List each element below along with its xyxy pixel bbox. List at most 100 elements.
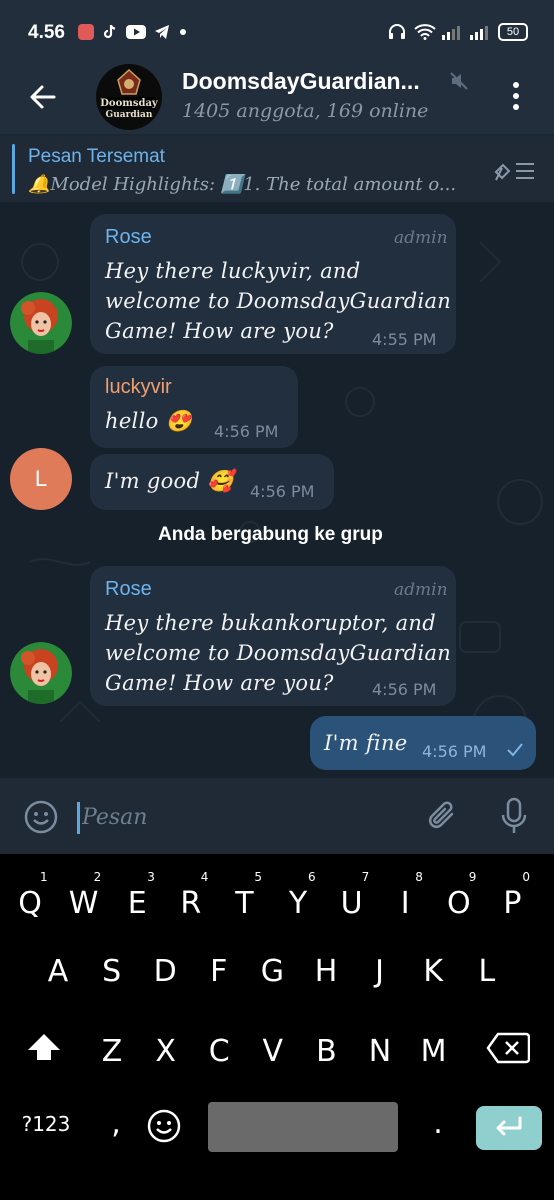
- group-logo-icon: Doomsday Guardian: [96, 64, 162, 130]
- message-text: I'm fine: [324, 731, 408, 755]
- key-l[interactable]: L: [467, 954, 507, 989]
- key-k[interactable]: K: [413, 954, 453, 989]
- outgoing-message-bubble[interactable]: I'm fine 4:56 PM: [310, 716, 536, 770]
- key-m[interactable]: M: [414, 1034, 454, 1069]
- key-u[interactable]: U: [332, 886, 372, 921]
- tiktok-icon: [102, 24, 118, 40]
- key-y[interactable]: Y: [278, 886, 318, 921]
- chat-header: Doomsday Guardian DoomsdayGuardian... 14…: [0, 62, 554, 134]
- symbols-key[interactable]: ?123: [16, 1112, 76, 1136]
- key-d[interactable]: D: [145, 954, 185, 989]
- pinned-title: Pesan Tersemat: [28, 146, 165, 167]
- headphones-icon: [388, 24, 406, 40]
- key-n[interactable]: N: [360, 1034, 400, 1069]
- text-cursor: [77, 802, 80, 834]
- chat-history[interactable]: Rose admin Hey there luckyvir, and welco…: [0, 202, 554, 778]
- message-time: 4:56 PM: [214, 422, 279, 441]
- admin-badge: admin: [394, 228, 448, 248]
- message-bubble[interactable]: I'm good 🥰 4:56 PM: [90, 454, 334, 510]
- comma-key[interactable]: ,: [96, 1106, 136, 1141]
- key-p[interactable]: P: [492, 886, 532, 921]
- message-composer: [0, 778, 554, 854]
- key-hint: 9: [468, 870, 477, 884]
- key-hint: 7: [361, 870, 370, 884]
- key-v[interactable]: V: [253, 1034, 293, 1069]
- key-g[interactable]: G: [252, 954, 292, 989]
- key-o[interactable]: O: [439, 886, 479, 921]
- key-q[interactable]: Q: [10, 886, 50, 921]
- message-text: hello 😍: [105, 409, 192, 433]
- key-hint: 5: [254, 870, 263, 884]
- pinned-list-icon[interactable]: [492, 158, 536, 184]
- pinned-indicator: [12, 144, 15, 194]
- key-b[interactable]: B: [306, 1034, 346, 1069]
- read-check-icon: [506, 742, 524, 762]
- sender-name[interactable]: Rose: [105, 578, 152, 601]
- signal-1-icon: [442, 24, 460, 40]
- status-time: 4.56: [28, 22, 65, 43]
- emoji-button[interactable]: [24, 800, 58, 834]
- key-hint: 2: [93, 870, 102, 884]
- enter-key[interactable]: [476, 1106, 542, 1150]
- battery-icon: 50: [498, 23, 528, 41]
- pinned-text: 🔔Model Highlights: 1️⃣1. The total amoun…: [28, 174, 457, 195]
- key-hint: 8: [415, 870, 423, 884]
- key-f[interactable]: F: [199, 954, 239, 989]
- key-t[interactable]: T: [224, 886, 264, 921]
- notification-dot-icon: [180, 29, 186, 35]
- attach-icon[interactable]: [424, 798, 460, 834]
- luckyvir-avatar[interactable]: L: [10, 448, 72, 510]
- on-screen-keyboard: Q 1 W 2 E 3 R 4 T 5 Y 6 U 7 I 8 O 9 P 0 ASDFGHJKL ZXCVBNM ?…: [0, 854, 554, 1200]
- key-hint: 6: [308, 870, 316, 884]
- svg-text:Guardian: Guardian: [106, 110, 153, 120]
- space-key[interactable]: [208, 1102, 398, 1152]
- message-time: 4:56 PM: [250, 482, 315, 501]
- group-title[interactable]: DoomsdayGuardian...: [182, 68, 452, 95]
- pinned-message-bar[interactable]: Pesan Tersemat 🔔Model Highlights: 1️⃣1. …: [0, 136, 554, 202]
- message-input[interactable]: [82, 798, 382, 836]
- microphone-icon[interactable]: [498, 796, 530, 836]
- more-menu-button[interactable]: [506, 78, 526, 114]
- rose-avatar[interactable]: [10, 642, 72, 704]
- key-w[interactable]: W: [64, 886, 104, 921]
- key-j[interactable]: J: [360, 954, 400, 989]
- key-r[interactable]: R: [171, 886, 211, 921]
- message-bubble[interactable]: luckyvir hello 😍 4:56 PM: [90, 366, 298, 448]
- message-bubble[interactable]: Rose admin Hey there bukankoruptor, and …: [90, 566, 456, 706]
- key-h[interactable]: H: [306, 954, 346, 989]
- emoji-key[interactable]: [144, 1108, 184, 1148]
- key-z[interactable]: Z: [92, 1034, 132, 1069]
- muted-icon: [448, 70, 470, 92]
- svg-text:Doomsday: Doomsday: [100, 98, 159, 109]
- wifi-icon: [414, 24, 436, 40]
- member-count: 1405 anggota, 169 online: [182, 100, 429, 122]
- admin-badge: admin: [394, 580, 448, 600]
- back-button[interactable]: [22, 76, 64, 118]
- system-message: Anda bergabung ke grup: [158, 524, 383, 545]
- key-c[interactable]: C: [199, 1034, 239, 1069]
- rose-avatar[interactable]: [10, 292, 72, 354]
- key-hint: 3: [147, 870, 155, 884]
- telegram-icon: [154, 24, 170, 40]
- key-hint: 4: [200, 870, 209, 884]
- key-i[interactable]: I: [385, 886, 425, 921]
- period-key[interactable]: .: [418, 1106, 458, 1141]
- message-time: 4:55 PM: [372, 330, 437, 349]
- backspace-key[interactable]: [486, 1032, 531, 1068]
- key-x[interactable]: X: [146, 1034, 186, 1069]
- signal-2-icon: [470, 24, 488, 40]
- message-text: I'm good 🥰: [105, 469, 234, 493]
- key-hint: 0: [522, 870, 531, 884]
- youtube-icon: [126, 24, 146, 40]
- key-s[interactable]: S: [92, 954, 132, 989]
- message-bubble[interactable]: Rose admin Hey there luckyvir, and welco…: [90, 214, 456, 354]
- key-hint: 1: [40, 870, 48, 884]
- key-a[interactable]: A: [38, 954, 78, 989]
- sender-name[interactable]: luckyvir: [105, 376, 172, 399]
- shift-key[interactable]: [22, 1028, 66, 1068]
- sender-name[interactable]: Rose: [105, 226, 152, 249]
- message-time: 4:56 PM: [422, 742, 487, 761]
- key-e[interactable]: E: [117, 886, 157, 921]
- status-bar: 4.56 50: [0, 0, 554, 62]
- group-avatar[interactable]: Doomsday Guardian: [96, 64, 162, 130]
